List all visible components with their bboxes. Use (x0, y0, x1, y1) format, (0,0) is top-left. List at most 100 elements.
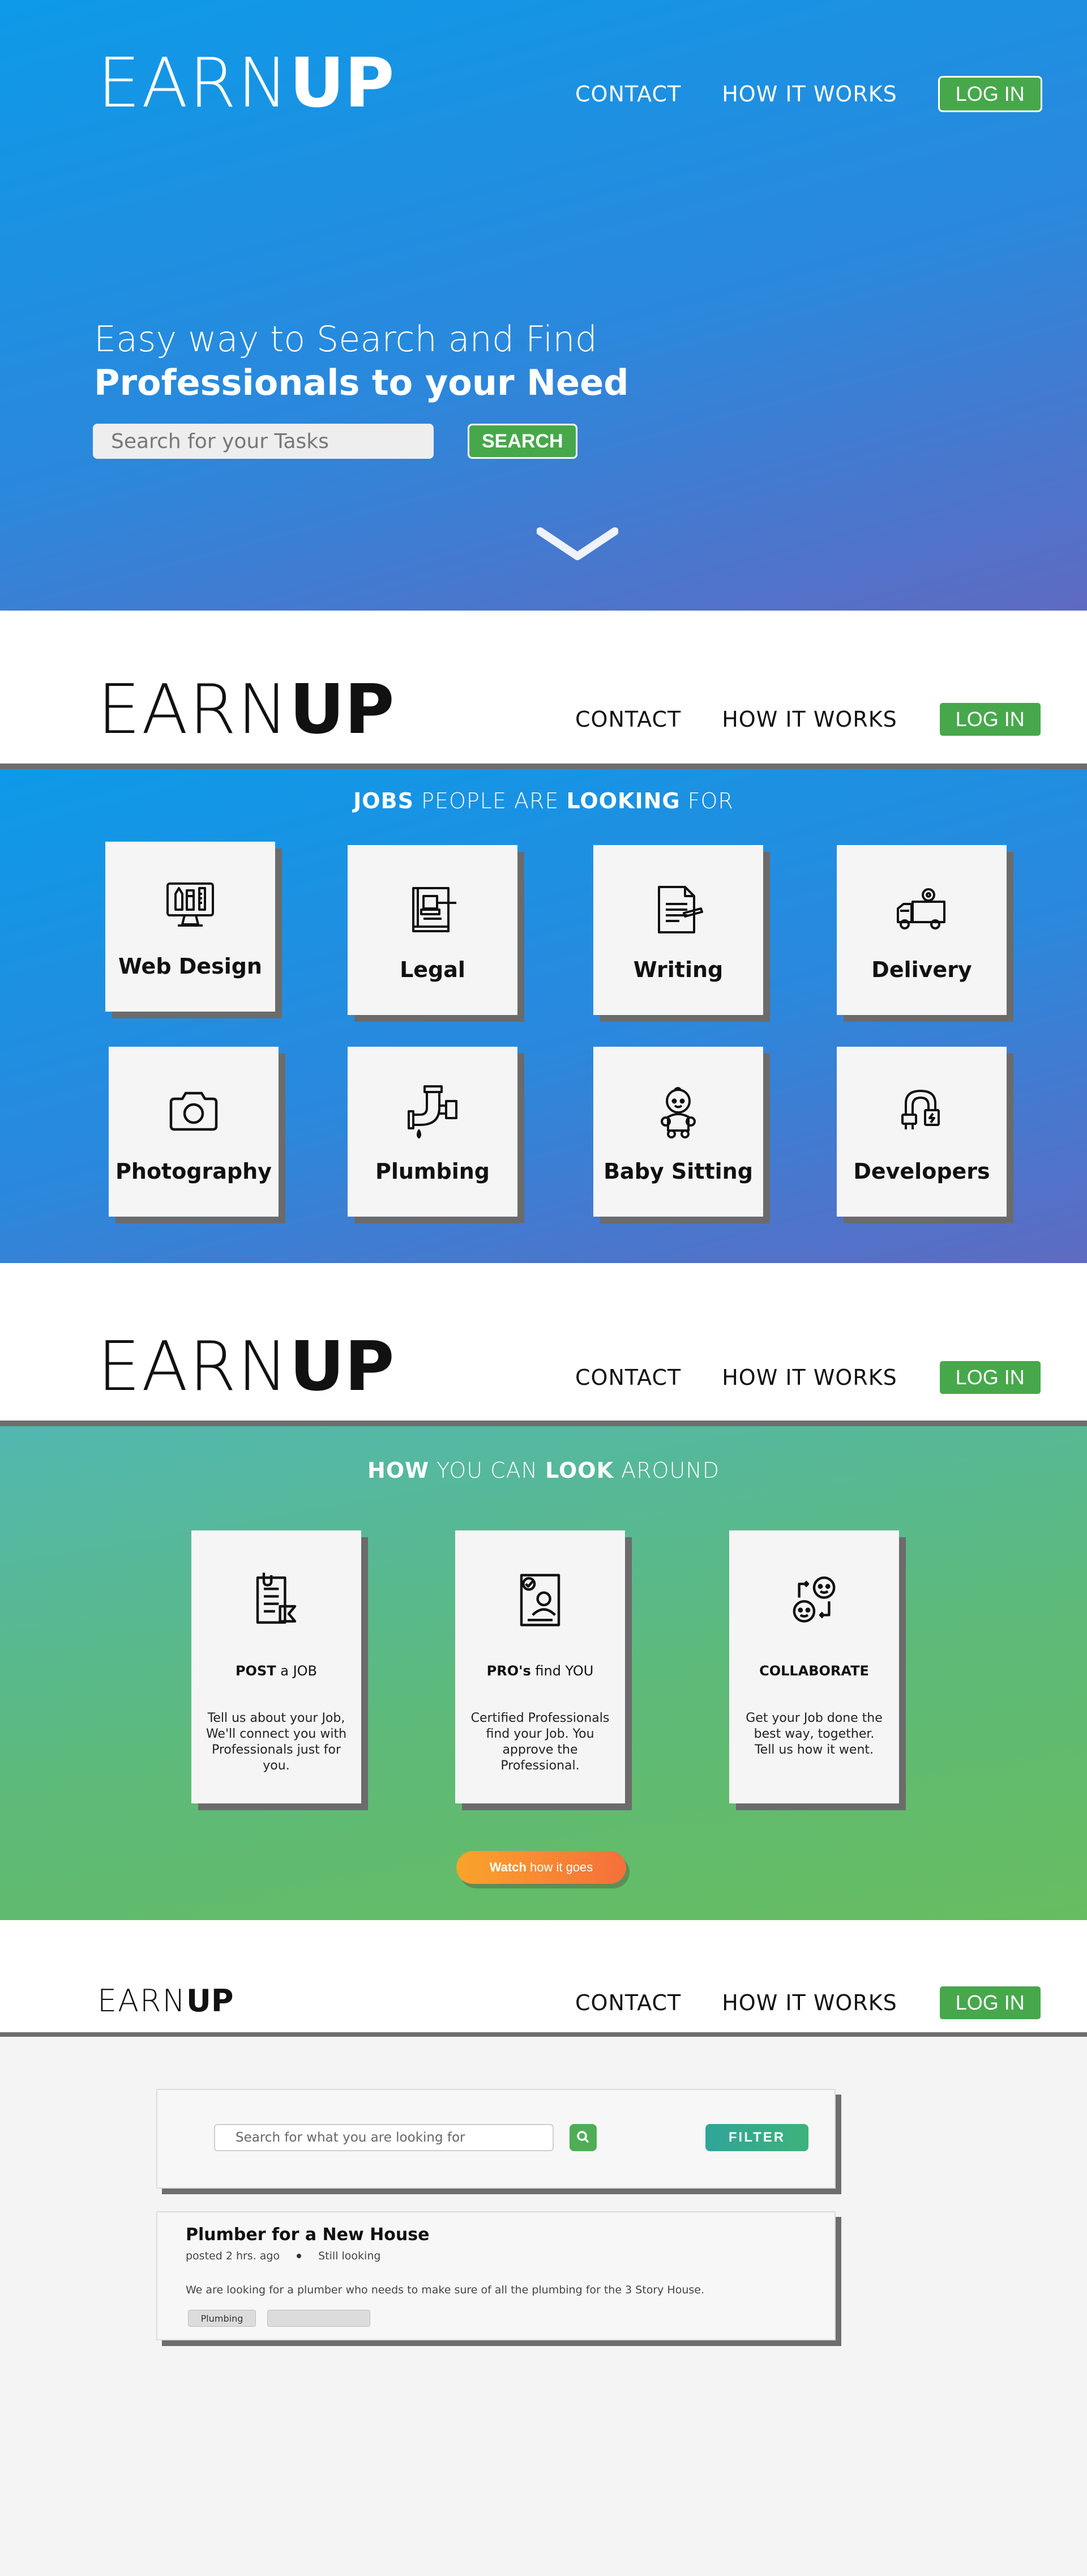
watch-button-bold: Watch (489, 1860, 527, 1874)
top-nav: CONTACT HOW IT WORKS LOG IN (575, 76, 1042, 112)
nav-contact-link[interactable]: CONTACT (575, 707, 681, 732)
monitor-tools-icon (166, 882, 214, 927)
job-card-label: Web Design (118, 954, 262, 979)
brand-logo[interactable]: EARN UP (97, 676, 394, 744)
hero-tagline-line1: Easy way to Search and Find (94, 318, 598, 360)
brand-logo-bold: UP (289, 671, 395, 749)
filter-button[interactable]: FILTER (705, 2124, 808, 2151)
post-document-icon (256, 1572, 297, 1624)
nav-contact-link[interactable]: CONTACT (575, 1990, 681, 2015)
listing-section: FILTER Plumber for a New House posted 2 … (0, 2038, 1087, 2576)
how-heading-text-2: AROUND (614, 1458, 720, 1483)
brand-logo-bold: UP (289, 1328, 395, 1406)
job-card-delivery[interactable]: Delivery (837, 845, 1007, 1015)
jobs-section: JOBS PEOPLE ARE LOOKING FOR Web Design L… (0, 769, 1087, 1263)
top-nav: CONTACT HOW IT WORKS LOG IN (575, 1359, 1042, 1396)
job-card-photography[interactable]: Photography (109, 1047, 279, 1217)
brand-logo-light: EARN (97, 44, 290, 123)
job-tag[interactable] (267, 2310, 370, 2327)
nav-contact-link[interactable]: CONTACT (575, 82, 681, 106)
search-input[interactable] (214, 2124, 554, 2151)
hero-search-button[interactable]: SEARCH (468, 424, 577, 459)
step-description: Tell us about your Job, We'll connect yo… (206, 1711, 347, 1773)
login-button[interactable]: LOG IN (938, 701, 1042, 737)
job-card-baby-sitting[interactable]: Baby Sitting (593, 1047, 763, 1217)
step-card-pros-find-you: PRO's find YOU Certified Professionals f… (455, 1530, 625, 1803)
divider (0, 1421, 1087, 1426)
page: EARN UP CONTACT HOW IT WORKS LOG IN Easy … (0, 0, 1087, 2576)
job-status: Still looking (318, 2250, 381, 2262)
job-card-writing[interactable]: Writing (593, 845, 763, 1015)
how-heading-text-1: YOU CAN (429, 1458, 546, 1483)
header-bar: EARN UP CONTACT HOW IT WORKS LOG IN (0, 1263, 1087, 1421)
step-title-rest: a JOB (276, 1663, 318, 1679)
job-card-plumbing[interactable]: Plumbing (348, 1047, 517, 1217)
faucet-pipe-icon (408, 1085, 457, 1138)
watch-how-it-goes-button[interactable]: Watch how it goes (456, 1851, 626, 1884)
nav-how-it-works-link[interactable]: HOW IT WORKS (722, 1990, 897, 2015)
job-card-developers[interactable]: Developers (837, 1047, 1007, 1217)
jobs-heading-text-2: FOR (680, 788, 734, 813)
job-meta: posted 2 hrs. ago Still looking (186, 2250, 380, 2262)
divider (0, 2032, 1087, 2037)
search-filter-panel: FILTER (156, 2089, 836, 2189)
brand-logo[interactable]: EARN UP (97, 1986, 233, 2016)
how-heading-bold-2: LOOK (545, 1458, 614, 1483)
job-posted-time: posted 2 hrs. ago (186, 2250, 280, 2262)
hero-search-input[interactable] (93, 424, 434, 459)
header-bar: EARN UP CONTACT HOW IT WORKS LOG IN (0, 1920, 1087, 2032)
camera-icon (169, 1091, 218, 1131)
jobs-heading-bold-1: JOBS (353, 788, 414, 813)
brand-logo[interactable]: EARN UP (97, 1333, 394, 1401)
brand-logo[interactable]: EARN UP (97, 50, 394, 118)
job-card-label: Legal (400, 957, 465, 982)
brand-logo-light: EARN (97, 1328, 290, 1406)
step-card-collaborate: COLLABORATE Get your Job done the best w… (729, 1530, 899, 1803)
job-listing-card[interactable]: Plumber for a New House posted 2 hrs. ag… (156, 2211, 836, 2340)
search-icon (577, 2131, 589, 2143)
job-card-web-design[interactable]: Web Design (105, 842, 275, 1012)
brand-logo-bold: UP (289, 44, 395, 123)
job-title: Plumber for a New House (186, 2225, 430, 2245)
step-card-post-job: POST a JOB Tell us about your Job, We'll… (191, 1530, 361, 1803)
nav-contact-link[interactable]: CONTACT (575, 1365, 681, 1390)
step-title: PRO's find YOU (455, 1663, 625, 1679)
job-card-label: Baby Sitting (604, 1159, 753, 1184)
document-pen-icon (658, 886, 703, 933)
job-card-label: Delivery (871, 957, 972, 982)
nav-how-it-works-link[interactable]: HOW IT WORKS (722, 82, 897, 106)
hero-tagline-line2: Professionals to your Need (94, 362, 629, 403)
delivery-truck-icon (897, 888, 945, 929)
baby-icon (661, 1087, 696, 1138)
login-button[interactable]: LOG IN (938, 1985, 1042, 2021)
login-button[interactable]: LOG IN (938, 76, 1042, 112)
nav-how-it-works-link[interactable]: HOW IT WORKS (722, 1365, 897, 1390)
search-button[interactable] (570, 2124, 597, 2151)
how-heading-bold-1: HOW (367, 1458, 430, 1483)
law-book-gavel-icon (412, 887, 456, 932)
job-card-label: Writing (633, 957, 724, 982)
job-card-label: Plumbing (375, 1159, 490, 1184)
jobs-heading: JOBS PEOPLE ARE LOOKING FOR (0, 788, 1087, 813)
step-title-bold: POST (235, 1663, 276, 1679)
jobs-heading-bold-2: LOOKING (566, 788, 681, 813)
step-title: POST a JOB (191, 1663, 361, 1679)
step-title: COLLABORATE (729, 1663, 899, 1679)
brand-logo-light: EARN (97, 671, 290, 749)
chevron-down-icon[interactable] (536, 527, 619, 564)
job-tag[interactable]: Plumbing (188, 2310, 256, 2327)
header-bar: EARN UP CONTACT HOW IT WORKS LOG IN (0, 611, 1087, 764)
certified-profile-icon (520, 1573, 560, 1627)
step-title-bold: COLLABORATE (759, 1663, 869, 1679)
job-card-legal[interactable]: Legal (348, 845, 517, 1015)
how-heading: HOW YOU CAN LOOK AROUND (0, 1458, 1087, 1483)
divider (0, 764, 1087, 769)
brand-logo-bold: UP (186, 1983, 234, 2019)
login-button[interactable]: LOG IN (938, 1359, 1042, 1396)
nav-how-it-works-link[interactable]: HOW IT WORKS (722, 707, 897, 732)
watch-button-rest: how it goes (526, 1860, 593, 1874)
brand-logo-light: EARN (97, 1983, 186, 2019)
step-title-bold: PRO's (486, 1663, 531, 1679)
jobs-heading-text-1: PEOPLE ARE (413, 788, 567, 813)
how-section: HOW YOU CAN LOOK AROUND POST a JOB Tell … (0, 1426, 1087, 1920)
